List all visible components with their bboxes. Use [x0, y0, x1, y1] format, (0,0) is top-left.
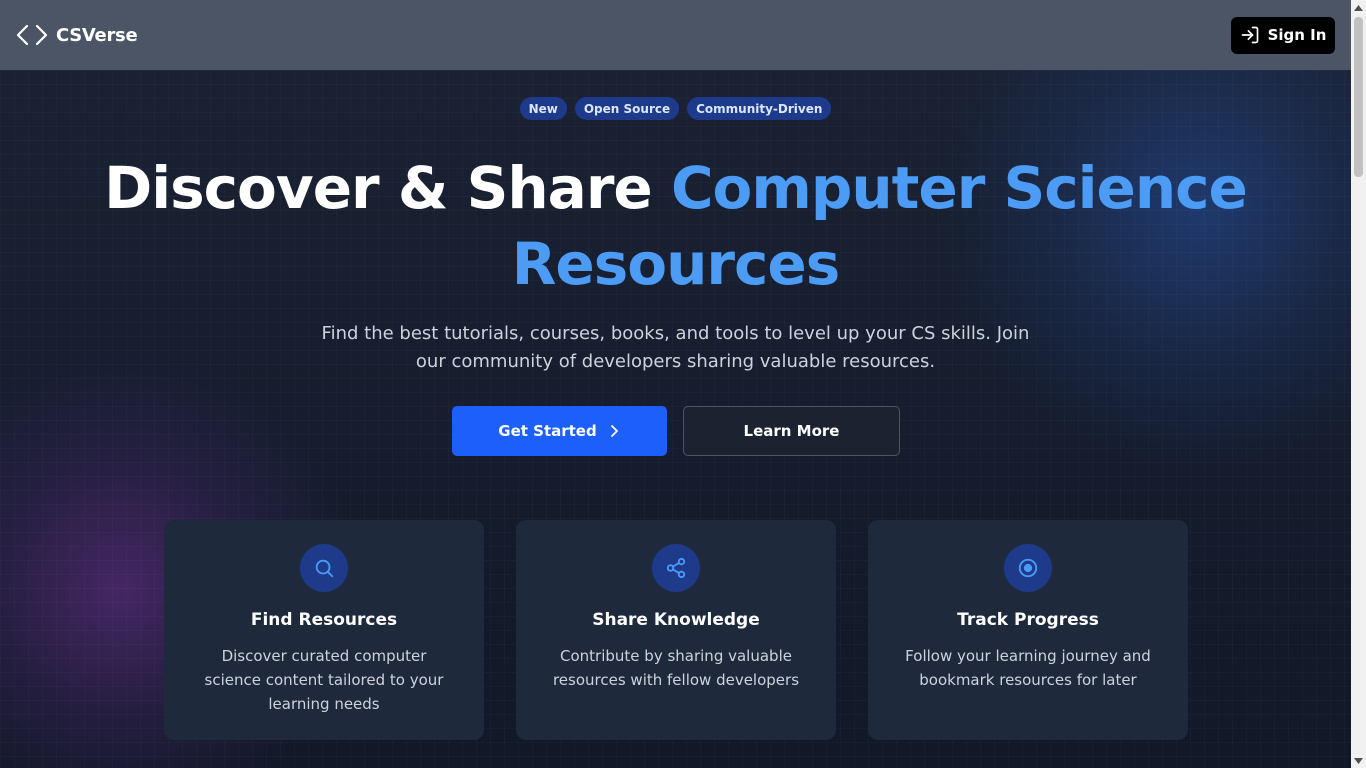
top-navbar: CSVerse Sign In — [0, 0, 1351, 70]
feature-card-find-resources: Find Resources Discover curated computer… — [164, 520, 484, 740]
sign-in-button[interactable]: Sign In — [1231, 16, 1335, 54]
hero-subtitle: Find the best tutorials, courses, books,… — [321, 323, 1030, 372]
get-started-button[interactable]: Get Started — [452, 406, 667, 456]
badge-community-driven: Community-Driven — [687, 97, 832, 120]
sign-in-label: Sign In — [1267, 26, 1327, 44]
hero-title: Discover & Share Computer Science Resour… — [0, 150, 1351, 302]
scroll-down-arrow-icon[interactable] — [1351, 753, 1366, 768]
brand-link[interactable]: CSVerse — [16, 23, 138, 47]
get-started-label: Get Started — [498, 422, 597, 440]
badge-row: New Open Source Community-Driven — [0, 97, 1351, 120]
vertical-scrollbar[interactable] — [1351, 0, 1366, 768]
target-icon — [1018, 558, 1038, 578]
feature-card-track-progress: Track Progress Follow your learning jour… — [868, 520, 1188, 740]
learn-more-label: Learn More — [743, 422, 840, 440]
brand-name: CSVerse — [56, 24, 138, 46]
card-description: Contribute by sharing valuable resources… — [552, 647, 800, 689]
card-title: Share Knowledge — [592, 610, 760, 630]
card-description: Follow your learning journey and bookmar… — [905, 647, 1151, 689]
hero-title-plain: Discover & Share — [104, 154, 653, 222]
chevron-right-icon — [610, 425, 618, 437]
feature-card-share-knowledge: Share Knowledge Contribute by sharing va… — [516, 520, 836, 740]
badge-open-source: Open Source — [574, 97, 680, 120]
card-description: Discover curated computer science conten… — [204, 647, 444, 713]
scrollbar-thumb[interactable] — [1354, 17, 1363, 177]
scroll-up-arrow-icon[interactable] — [1351, 0, 1366, 15]
learn-more-button[interactable]: Learn More — [683, 406, 900, 456]
hero-title-accent-line2: Resources — [511, 230, 841, 298]
hero-title-accent: Computer Science — [670, 154, 1248, 222]
search-icon — [315, 559, 334, 578]
card-title: Find Resources — [250, 610, 398, 630]
landing-page: CSVerse Sign In New Open Source Communit… — [0, 0, 1351, 768]
code-brackets-icon — [16, 24, 48, 46]
share-icon — [666, 557, 686, 579]
login-icon — [1241, 26, 1258, 44]
card-title: Track Progress — [957, 610, 1099, 630]
card-icon-circle — [1004, 544, 1052, 592]
badge-new: New — [519, 97, 567, 120]
card-icon-circle — [300, 544, 348, 592]
card-icon-circle — [652, 544, 700, 592]
